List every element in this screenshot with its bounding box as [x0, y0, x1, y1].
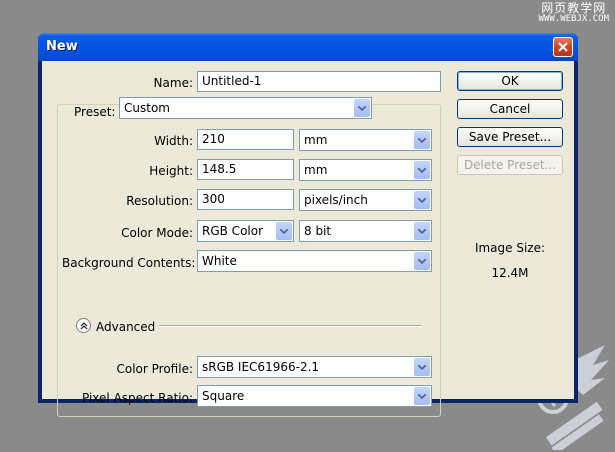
watermark-line-1: 网页教学网: [541, 1, 607, 15]
bit-depth-select[interactable]: 8 bit: [299, 220, 432, 242]
bit-depth-value: 8 bit: [304, 224, 332, 238]
chevron-down-icon: [414, 131, 430, 149]
width-input[interactable]: 210: [197, 129, 294, 150]
color-profile-label: Color Profile:: [116, 362, 194, 376]
watermark-top: 网页教学网 WWW.WEBJX.COM: [539, 2, 609, 24]
resolution-input[interactable]: 300: [197, 189, 294, 210]
ok-button[interactable]: OK: [457, 71, 563, 91]
chevron-down-icon: [354, 99, 370, 117]
height-unit-value: mm: [304, 163, 328, 177]
image-size-value: 12.4M: [491, 266, 529, 280]
image-size-label: Image Size:: [474, 241, 546, 255]
new-document-dialog: New Name: Untitled-1 Preset: Custom Widt…: [38, 33, 578, 417]
pixel-aspect-ratio-value: Square: [202, 389, 245, 403]
close-button[interactable]: [553, 37, 573, 57]
width-unit-value: mm: [304, 133, 328, 147]
advanced-separator: [159, 325, 421, 327]
width-label: Width:: [154, 134, 193, 148]
pixel-aspect-ratio-select[interactable]: Square: [197, 385, 432, 407]
preset-label: Preset:: [71, 105, 119, 119]
chevron-down-icon: [414, 161, 430, 179]
chevron-down-icon: [276, 222, 292, 240]
resolution-unit-value: pixels/inch: [304, 193, 368, 207]
chevron-down-icon: [414, 387, 430, 405]
background-contents-value: White: [202, 254, 237, 268]
color-mode-select[interactable]: RGB Color: [197, 220, 294, 242]
preset-value: Custom: [124, 101, 170, 115]
background-contents-select[interactable]: White: [197, 250, 432, 272]
title-bar[interactable]: New: [38, 33, 578, 61]
height-label: Height:: [149, 164, 193, 178]
height-input[interactable]: 148.5: [197, 159, 294, 180]
chevron-down-icon: [414, 222, 430, 240]
preset-select[interactable]: Custom: [119, 97, 372, 119]
background-contents-label: Background Contents:: [62, 256, 196, 270]
name-label: Name:: [153, 76, 193, 90]
color-profile-value: sRGB IEC61966-2.1: [202, 360, 320, 374]
height-unit-select[interactable]: mm: [299, 159, 432, 181]
chevron-down-icon: [414, 358, 430, 376]
cancel-button[interactable]: Cancel: [457, 99, 563, 119]
watermark-line-2: WWW.WEBJX.COM: [538, 13, 609, 24]
pixel-aspect-ratio-label: Pixel Aspect Ratio:: [82, 391, 193, 405]
color-mode-value: RGB Color: [202, 224, 264, 238]
color-profile-select[interactable]: sRGB IEC61966-2.1: [197, 356, 432, 378]
chevron-up-double-icon: [80, 321, 87, 329]
delete-preset-button[interactable]: Delete Preset...: [457, 155, 563, 175]
dialog-title: New: [46, 39, 78, 54]
advanced-toggle-button[interactable]: [76, 318, 91, 333]
name-input[interactable]: Untitled-1: [197, 71, 441, 92]
dialog-body: Name: Untitled-1 Preset: Custom Width: 2…: [42, 61, 574, 417]
width-unit-select[interactable]: mm: [299, 129, 432, 151]
save-preset-button[interactable]: Save Preset...: [457, 127, 563, 147]
color-mode-label: Color Mode:: [121, 226, 193, 240]
resolution-label: Resolution:: [126, 194, 193, 208]
chevron-down-icon: [414, 252, 430, 270]
resolution-unit-select[interactable]: pixels/inch: [299, 189, 432, 211]
chevron-down-icon: [414, 191, 430, 209]
close-icon: [558, 42, 568, 52]
advanced-label[interactable]: Advanced: [96, 320, 155, 334]
